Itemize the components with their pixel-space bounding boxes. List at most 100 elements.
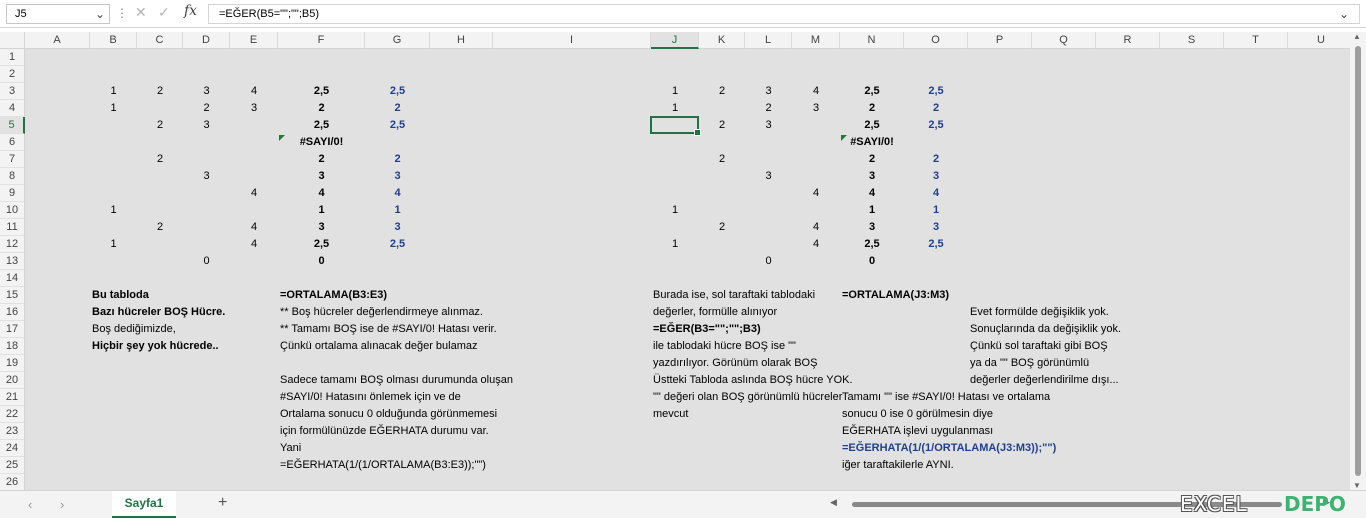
column-header-o[interactable]: O: [904, 32, 968, 49]
more-options-icon[interactable]: ⋮: [116, 6, 128, 20]
column-header-t[interactable]: T: [1224, 32, 1288, 49]
row-header-9[interactable]: 9: [0, 185, 25, 202]
cell-d3[interactable]: 3: [183, 83, 230, 100]
row-header-23[interactable]: 23: [0, 423, 25, 440]
row-header-8[interactable]: 8: [0, 168, 25, 185]
cell-o7[interactable]: 2: [904, 151, 968, 168]
column-header-e[interactable]: E: [230, 32, 278, 49]
cell-n5[interactable]: 2,5: [840, 117, 904, 134]
cell-k7[interactable]: 2: [699, 151, 745, 168]
cell-f25[interactable]: =EĞERHATA(1/(1/ORTALAMA(B3:E3));""): [280, 457, 486, 474]
cell-c7[interactable]: 2: [137, 151, 183, 168]
cell-j20[interactable]: Üstteki Tabloda aslında BOŞ hücre YOK.: [653, 372, 853, 389]
row-header-25[interactable]: 25: [0, 457, 25, 474]
cell-f24[interactable]: Yani: [280, 440, 301, 457]
chevron-right-icon[interactable]: ›: [60, 497, 64, 512]
vertical-scroll-thumb[interactable]: [1355, 46, 1361, 476]
cell-k11[interactable]: 2: [699, 219, 745, 236]
row-header-6[interactable]: 6: [0, 134, 25, 151]
cell-n11[interactable]: 3: [840, 219, 904, 236]
cell-b12[interactable]: 1: [90, 236, 137, 253]
column-header-d[interactable]: D: [183, 32, 230, 49]
row-header-18[interactable]: 18: [0, 338, 25, 355]
row-header-26[interactable]: 26: [0, 474, 25, 490]
cell-c11[interactable]: 2: [137, 219, 183, 236]
cell-b18[interactable]: Hiçbir şey yok hücrede..: [92, 338, 219, 355]
cell-p20[interactable]: değerler değerlendirilme dışı...: [970, 372, 1119, 389]
expand-formula-bar-icon[interactable]: ⌄: [1339, 7, 1349, 21]
cell-p16[interactable]: Evet formülde değişiklik yok.: [970, 304, 1109, 321]
cell-e4[interactable]: 3: [230, 100, 278, 117]
cell-f18[interactable]: Çünkü ortalama alınacak değer bulamaz: [280, 338, 478, 355]
row-header-7[interactable]: 7: [0, 151, 25, 168]
cell-m12[interactable]: 4: [792, 236, 840, 253]
enter-icon[interactable]: ✓: [158, 4, 170, 21]
column-header-h[interactable]: H: [430, 32, 493, 49]
cell-f7[interactable]: 2: [278, 151, 365, 168]
cell-f21[interactable]: #SAYI/0! Hatasını önlemek için ve de: [280, 389, 461, 406]
cell-j22[interactable]: mevcut: [653, 406, 688, 423]
row-header-13[interactable]: 13: [0, 253, 25, 270]
cell-g4[interactable]: 2: [365, 100, 430, 117]
cell-f8[interactable]: 3: [278, 168, 365, 185]
cell-b10[interactable]: 1: [90, 202, 137, 219]
column-header-u[interactable]: U: [1288, 32, 1350, 49]
cell-f6[interactable]: #SAYI/0!: [278, 134, 365, 151]
cell-e12[interactable]: 4: [230, 236, 278, 253]
cell-m3[interactable]: 4: [792, 83, 840, 100]
cell-l8[interactable]: 3: [745, 168, 792, 185]
cell-j4[interactable]: 1: [651, 100, 699, 117]
cell-g3[interactable]: 2,5: [365, 83, 430, 100]
cell-j19[interactable]: yazdırılıyor. Görünüm olarak BOŞ: [653, 355, 817, 372]
chevron-down-icon[interactable]: ⌄: [95, 7, 105, 21]
column-header-f[interactable]: F: [278, 32, 365, 49]
cell-d4[interactable]: 2: [183, 100, 230, 117]
cell-g11[interactable]: 3: [365, 219, 430, 236]
row-header-1[interactable]: 1: [0, 49, 25, 66]
column-header-p[interactable]: P: [968, 32, 1032, 49]
error-indicator-icon[interactable]: [841, 135, 847, 141]
error-indicator-icon[interactable]: [279, 135, 285, 141]
cell-o8[interactable]: 3: [904, 168, 968, 185]
cell-o11[interactable]: 3: [904, 219, 968, 236]
cell-n13[interactable]: 0: [840, 253, 904, 270]
cell-m4[interactable]: 3: [792, 100, 840, 117]
cell-b17[interactable]: Boş dediğimizde,: [92, 321, 176, 338]
cell-f4[interactable]: 2: [278, 100, 365, 117]
cell-c5[interactable]: 2: [137, 117, 183, 134]
column-header-b[interactable]: B: [90, 32, 137, 49]
cell-n4[interactable]: 2: [840, 100, 904, 117]
cell-d13[interactable]: 0: [183, 253, 230, 270]
cell-n12[interactable]: 2,5: [840, 236, 904, 253]
cell-b4[interactable]: 1: [90, 100, 137, 117]
column-header-r[interactable]: R: [1096, 32, 1160, 49]
cell-n6[interactable]: #SAYI/0!: [840, 134, 904, 151]
vertical-scrollbar[interactable]: ▲ ▼: [1350, 32, 1366, 490]
cell-j18[interactable]: ile tablodaki hücre BOŞ ise "": [653, 338, 796, 355]
cell-f12[interactable]: 2,5: [278, 236, 365, 253]
cell-f15[interactable]: =ORTALAMA(B3:E3): [280, 287, 387, 304]
cell-f11[interactable]: 3: [278, 219, 365, 236]
select-all-corner[interactable]: [0, 32, 25, 49]
column-header-g[interactable]: G: [365, 32, 430, 49]
cell-o9[interactable]: 4: [904, 185, 968, 202]
cell-m11[interactable]: 4: [792, 219, 840, 236]
cell-b15[interactable]: Bu tabloda: [92, 287, 149, 304]
column-header-l[interactable]: L: [745, 32, 792, 49]
cell-n25[interactable]: iğer taraftakilerle AYNI.: [842, 457, 954, 474]
cell-e3[interactable]: 4: [230, 83, 278, 100]
cell-f9[interactable]: 4: [278, 185, 365, 202]
cell-l13[interactable]: 0: [745, 253, 792, 270]
cell-f20[interactable]: Sadece tamamı BOŞ olması durumunda oluşa…: [280, 372, 513, 389]
cell-e9[interactable]: 4: [230, 185, 278, 202]
row-header-20[interactable]: 20: [0, 372, 25, 389]
cell-n21[interactable]: Tamamı "" ise #SAYI/0! Hatası ve ortalam…: [842, 389, 1050, 406]
cell-n22[interactable]: sonucu 0 ise 0 görülmesin diye: [842, 406, 993, 423]
cell-j12[interactable]: 1: [651, 236, 699, 253]
cancel-icon[interactable]: ✕: [135, 4, 147, 21]
cell-b3[interactable]: 1: [90, 83, 137, 100]
cell-g5[interactable]: 2,5: [365, 117, 430, 134]
column-header-s[interactable]: S: [1160, 32, 1224, 49]
row-header-19[interactable]: 19: [0, 355, 25, 372]
row-header-12[interactable]: 12: [0, 236, 25, 253]
